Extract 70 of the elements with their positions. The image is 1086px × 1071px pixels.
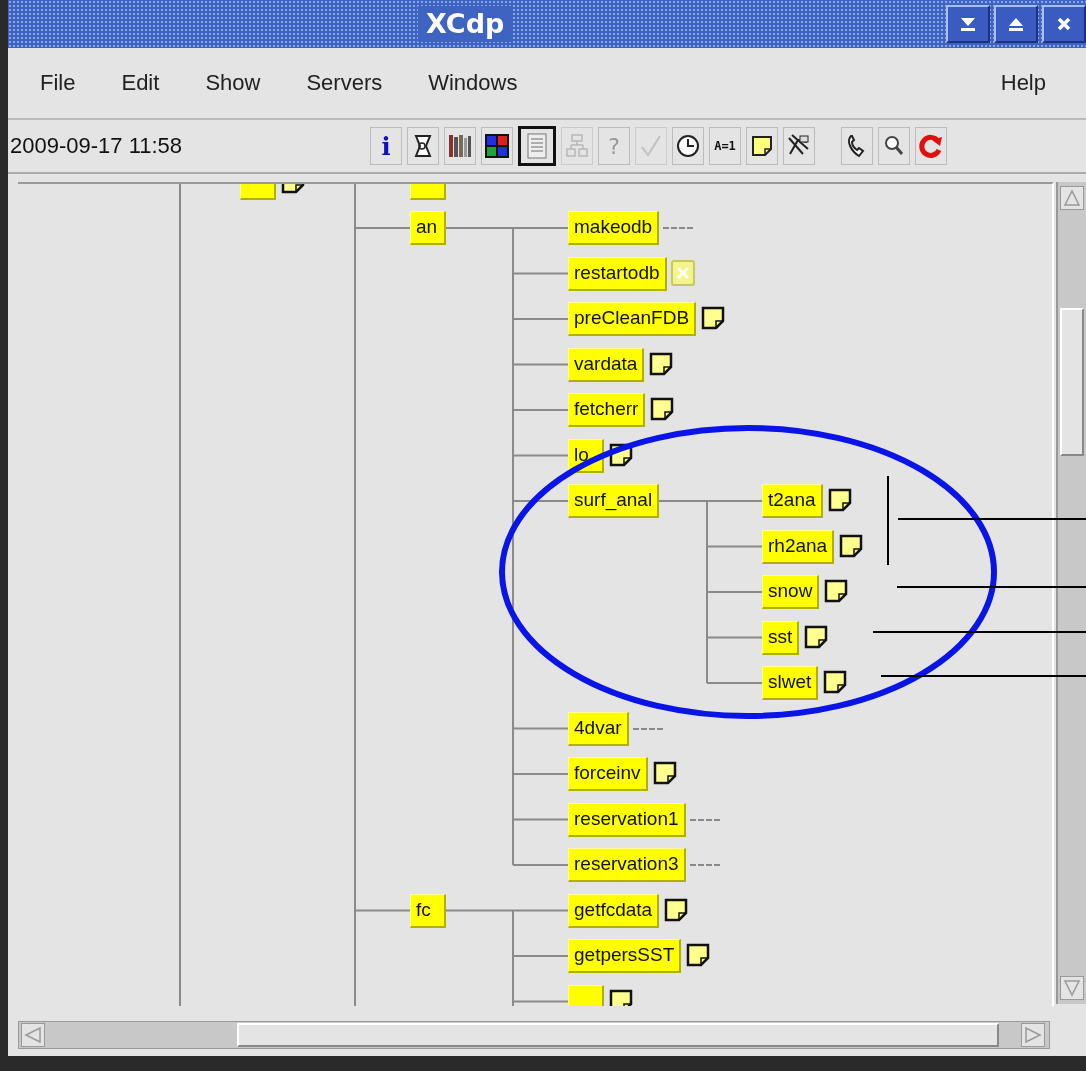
task-node[interactable]: 4dvar (568, 711, 629, 746)
task-node[interactable]: fc (410, 893, 446, 928)
note-icon[interactable] (839, 533, 863, 558)
menu-item[interactable]: Servers (300, 66, 389, 100)
note-icon[interactable] (609, 988, 633, 1006)
tree-icon (564, 132, 590, 160)
menu-item[interactable]: Help (994, 66, 1052, 100)
minimize-button[interactable] (946, 5, 990, 43)
maximize-button[interactable] (994, 5, 1038, 43)
scroll-thumb[interactable] (237, 1023, 999, 1047)
task-node[interactable]: an (410, 211, 446, 245)
list-icon (524, 132, 550, 160)
dashed-line (663, 227, 693, 229)
task-node[interactable]: preCleanFDB (568, 302, 697, 336)
task-node[interactable]: sst (762, 620, 800, 655)
info-button[interactable]: i (370, 127, 402, 165)
close-icon (1056, 16, 1072, 32)
toolbar-button[interactable] (841, 127, 873, 165)
note-icon[interactable] (664, 897, 688, 922)
toolbar-button[interactable] (783, 127, 815, 165)
note-icon[interactable] (650, 397, 674, 421)
task-node[interactable]: restartodb (568, 256, 667, 291)
dashed-line (690, 864, 720, 866)
task-node[interactable]: surf_anal (568, 484, 660, 518)
dashed-line (633, 727, 663, 730)
toolbar-button[interactable] (407, 127, 439, 165)
toolbar-button[interactable] (518, 126, 556, 166)
menu-item[interactable]: Edit (115, 66, 166, 100)
note-icon[interactable] (686, 943, 710, 967)
toolbar-button[interactable] (444, 127, 476, 165)
clock-icon (675, 132, 701, 160)
maximize-icon (1007, 16, 1025, 32)
scroll-thumb[interactable] (1060, 308, 1085, 456)
task-node[interactable]: t2ana (762, 484, 823, 518)
task-node[interactable]: vardata (568, 347, 645, 382)
menu-item[interactable]: Windows (422, 66, 524, 100)
note-icon[interactable] (828, 488, 852, 512)
task-node[interactable]: makeodb (568, 211, 660, 245)
task-node[interactable]: slwet (762, 666, 819, 700)
refresh-icon (918, 132, 944, 160)
minimize-icon (959, 16, 977, 32)
task-node[interactable]: reservation1 (568, 802, 686, 837)
window-title: XCdp (418, 6, 513, 42)
toolbar-button[interactable] (672, 127, 704, 165)
note-icon[interactable] (804, 624, 828, 649)
note-icon[interactable] (701, 306, 725, 330)
note-icon[interactable] (649, 351, 673, 376)
toolbar-button[interactable] (878, 127, 910, 165)
formula-button[interactable]: A=1 (709, 127, 741, 165)
vertical-scrollbar[interactable] (1056, 182, 1086, 1004)
toolbar-button[interactable] (481, 127, 513, 165)
horizontal-scrollbar[interactable] (18, 1021, 1050, 1049)
close-button[interactable] (1042, 5, 1086, 43)
task-node[interactable]: snow (762, 575, 820, 609)
task-node[interactable]: fetcherr (568, 393, 646, 427)
task-node[interactable]: getfcdata (568, 893, 660, 928)
menu-item[interactable]: File (34, 66, 82, 100)
note-icon[interactable] (824, 579, 848, 603)
timestamp: 2009-09-17 11:58 (10, 133, 184, 159)
note-icon[interactable] (823, 670, 847, 694)
note-icon[interactable] (653, 761, 677, 785)
task-node[interactable]: getpersSST (568, 939, 682, 973)
menu-item[interactable]: Show (199, 66, 267, 100)
task-node[interactable]: forceinv (568, 757, 648, 791)
task-node[interactable]: rh2ana (762, 529, 835, 564)
books-icon (447, 132, 473, 160)
task-node[interactable]: reservation3 (568, 848, 686, 882)
toolbar-button[interactable] (746, 127, 778, 165)
dashed-line (690, 818, 720, 821)
color-grid-icon (484, 132, 510, 160)
